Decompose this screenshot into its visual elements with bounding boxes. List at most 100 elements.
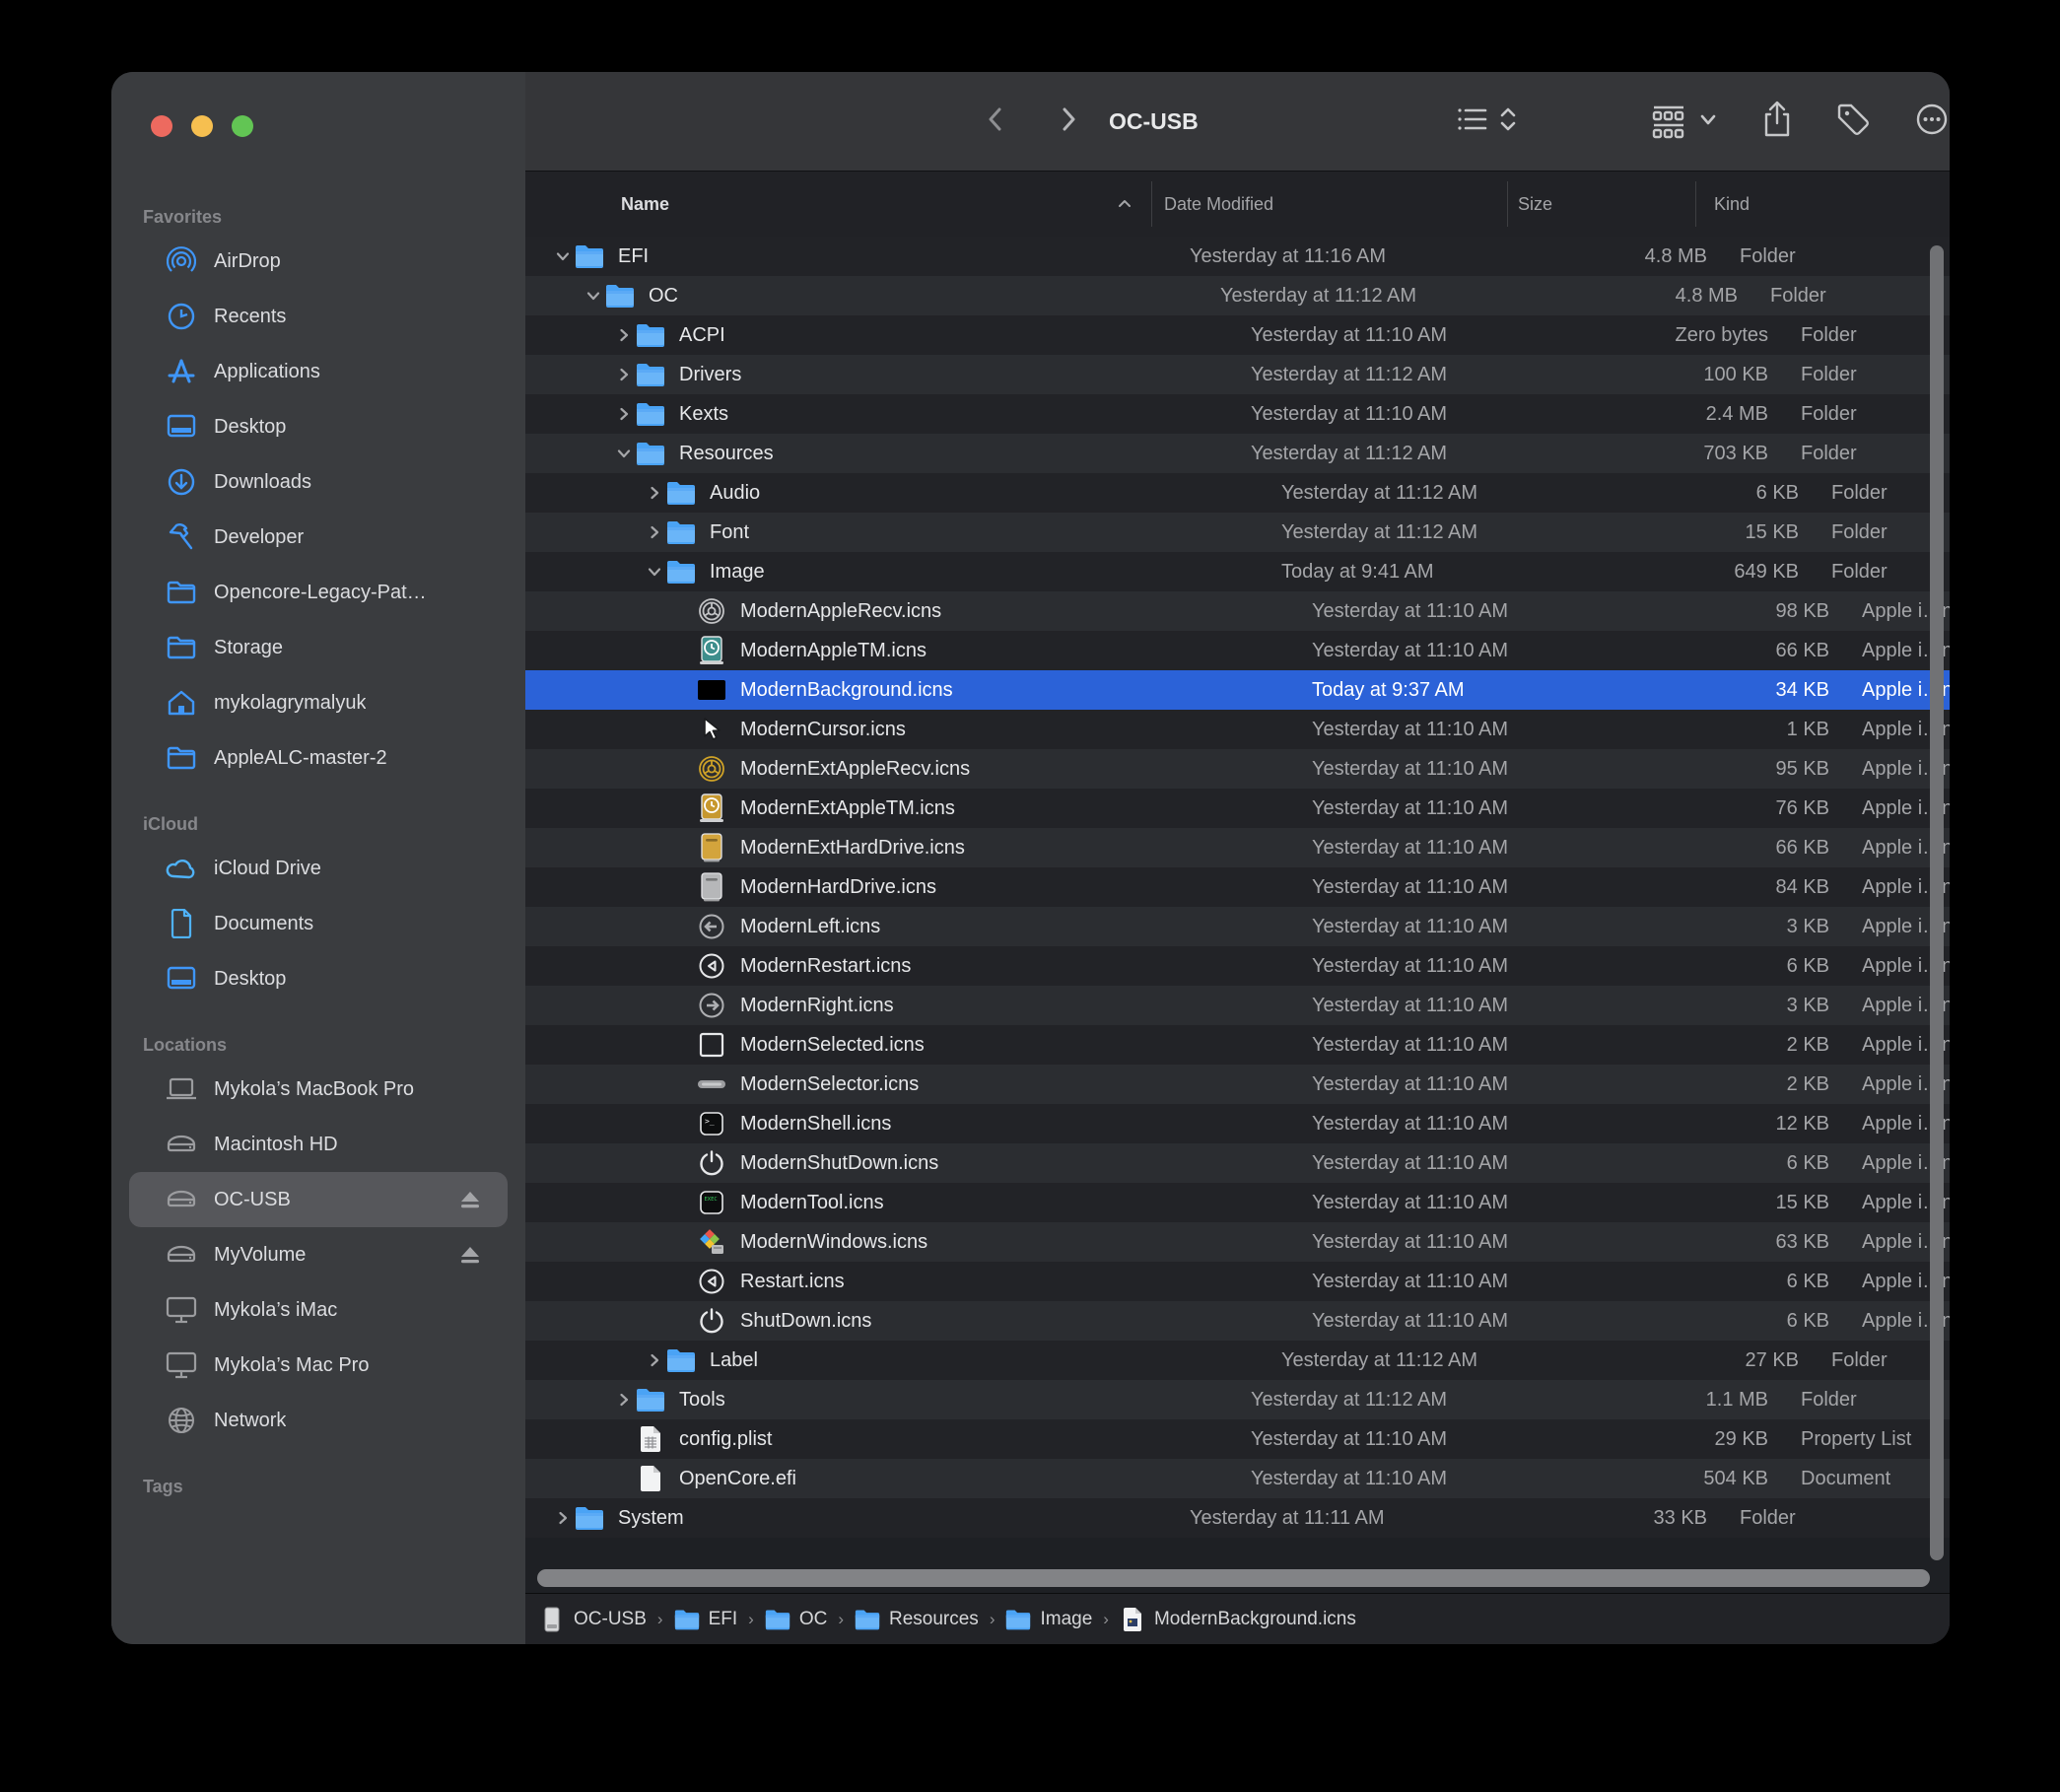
table-row[interactable]: ModernBackground.icnsToday at 9:37 AM34 … (525, 670, 1950, 710)
disclosure-closed-icon[interactable] (643, 485, 666, 501)
disclosure-closed-icon[interactable] (612, 367, 636, 382)
file-name-cell: ModernExtAppleRecv.icns (525, 752, 1299, 786)
table-row[interactable]: ShutDown.icnsYesterday at 11:10 AM6 KBAp… (525, 1301, 1950, 1341)
minimize-button[interactable] (191, 115, 213, 137)
sidebar-item-mykola-s-macbook-pro[interactable]: Mykola’s MacBook Pro (129, 1062, 508, 1117)
table-row[interactable]: SystemYesterday at 11:11 AM33 KBFolder (525, 1498, 1950, 1538)
path-item-efi[interactable]: EFI (674, 1607, 738, 1632)
disclosure-open-icon[interactable] (643, 564, 666, 580)
table-row[interactable]: ToolsYesterday at 11:12 AM1.1 MBFolder (525, 1380, 1950, 1419)
table-row[interactable]: FontYesterday at 11:12 AM15 KBFolder (525, 513, 1950, 552)
sidebar-item-opencore-legacy-pat[interactable]: Opencore-Legacy-Pat… (129, 565, 508, 620)
column-divider[interactable] (1507, 181, 1508, 227)
column-header-kind[interactable]: Kind (1714, 172, 1750, 237)
sidebar-item-network[interactable]: Network (129, 1393, 508, 1448)
table-row[interactable]: ImageToday at 9:41 AM649 KBFolder (525, 552, 1950, 591)
table-row[interactable]: EFIYesterday at 11:16 AM4.8 MBFolder (525, 237, 1950, 276)
sidebar-item-mykola-s-mac-pro[interactable]: Mykola’s Mac Pro (129, 1338, 508, 1393)
close-button[interactable] (151, 115, 172, 137)
forward-button[interactable] (1054, 72, 1083, 171)
path-item-oc-usb[interactable]: OC-USB (539, 1607, 647, 1632)
sidebar-item-developer[interactable]: Developer (129, 510, 508, 565)
disclosure-closed-icon[interactable] (612, 327, 636, 343)
disclosure-open-icon[interactable] (582, 288, 605, 304)
path-item-image[interactable]: Image (1005, 1607, 1092, 1632)
table-row[interactable]: ModernCursor.icnsYesterday at 11:10 AM1 … (525, 710, 1950, 749)
sidebar-item-documents[interactable]: Documents (129, 896, 508, 951)
disclosure-closed-icon[interactable] (551, 1510, 575, 1526)
table-row[interactable]: ResourcesYesterday at 11:12 AM703 KBFold… (525, 434, 1950, 473)
zoom-button[interactable] (232, 115, 253, 137)
disclosure-open-icon[interactable] (612, 446, 636, 461)
table-row[interactable]: ModernHardDrive.icnsYesterday at 11:10 A… (525, 867, 1950, 907)
table-row[interactable]: ModernExtHardDrive.icnsYesterday at 11:1… (525, 828, 1950, 867)
sort-ascending-icon (1117, 197, 1133, 216)
table-row[interactable]: ModernAppleTM.icnsYesterday at 11:10 AM6… (525, 631, 1950, 670)
table-row[interactable]: Restart.icnsYesterday at 11:10 AM6 KBApp… (525, 1262, 1950, 1301)
column-header-date-modified[interactable]: Date Modified (1164, 172, 1273, 237)
sidebar-item-applealc-master-2[interactable]: AppleALC-master-2 (129, 730, 508, 786)
sidebar-item-airdrop[interactable]: AirDrop (129, 234, 508, 289)
table-row[interactable]: >_ModernShell.icnsYesterday at 11:10 AM1… (525, 1104, 1950, 1143)
tag-button[interactable] (1834, 72, 1872, 171)
sidebar-item-mykolagrymalyuk[interactable]: mykolagrymalyuk (129, 675, 508, 730)
eject-icon[interactable] (458, 1172, 482, 1227)
disclosure-closed-icon[interactable] (643, 1352, 666, 1368)
group-by-button[interactable] (1649, 72, 1718, 171)
column-header-size[interactable]: Size (1518, 172, 1552, 237)
view-options-button[interactable] (1454, 72, 1519, 171)
sidebar-item-downloads[interactable]: Downloads (129, 454, 508, 510)
table-row[interactable]: ACPIYesterday at 11:10 AMZero bytesFolde… (525, 315, 1950, 355)
disclosure-closed-icon[interactable] (643, 524, 666, 540)
sidebar-item-oc-usb[interactable]: OC-USB (129, 1172, 508, 1227)
table-row[interactable]: ModernExtAppleRecv.icnsYesterday at 11:1… (525, 749, 1950, 789)
sidebar-item-myvolume[interactable]: MyVolume (129, 1227, 508, 1282)
path-item-resources[interactable]: Resources (855, 1607, 979, 1632)
share-button[interactable] (1759, 72, 1795, 171)
file-size: 63 KB (1655, 1231, 1843, 1254)
path-separator: › (1103, 1610, 1109, 1629)
table-row[interactable]: ModernAppleRecv.icnsYesterday at 11:10 A… (525, 591, 1950, 631)
more-actions-button[interactable] (1913, 72, 1950, 171)
horizontal-scrollbar[interactable] (537, 1569, 1930, 1587)
path-item-modernbackground-icns[interactable]: ModernBackground.icns (1120, 1607, 1356, 1632)
table-row[interactable]: OpenCore.efiYesterday at 11:10 AM504 KBD… (525, 1459, 1950, 1498)
table-row[interactable]: ModernShutDown.icnsYesterday at 11:10 AM… (525, 1143, 1950, 1183)
eject-icon[interactable] (458, 1227, 482, 1282)
disclosure-closed-icon[interactable] (612, 1392, 636, 1408)
table-row[interactable]: ModernWindows.icnsYesterday at 11:10 AM6… (525, 1222, 1950, 1262)
back-button[interactable] (981, 72, 1010, 171)
table-row[interactable]: ModernSelected.icnsYesterday at 11:10 AM… (525, 1025, 1950, 1065)
column-header-name[interactable]: Name (621, 172, 669, 237)
disclosure-closed-icon[interactable] (612, 406, 636, 422)
table-row[interactable]: ModernSelector.icnsYesterday at 11:10 AM… (525, 1065, 1950, 1104)
table-row[interactable]: KextsYesterday at 11:10 AM2.4 MBFolder (525, 394, 1950, 434)
table-row[interactable]: ModernExtAppleTM.icnsYesterday at 11:10 … (525, 789, 1950, 828)
sidebar-item-mykola-s-imac[interactable]: Mykola’s iMac (129, 1282, 508, 1338)
path-item-label: OC (799, 1609, 828, 1630)
sidebar-item-applications[interactable]: Applications (129, 344, 508, 399)
sidebar-item-desktop[interactable]: Desktop (129, 399, 508, 454)
table-row[interactable]: OCYesterday at 11:12 AM4.8 MBFolder (525, 276, 1950, 315)
sidebar-item-storage[interactable]: Storage (129, 620, 508, 675)
sidebar-item-macintosh-hd[interactable]: Macintosh HD (129, 1117, 508, 1172)
date-modified: Yesterday at 11:12 AM (1238, 364, 1594, 386)
path-item-oc[interactable]: OC (765, 1607, 828, 1632)
table-row[interactable]: EXECModernTool.icnsYesterday at 11:10 AM… (525, 1183, 1950, 1222)
table-row[interactable]: LabelYesterday at 11:12 AM27 KBFolder (525, 1341, 1950, 1380)
file-size: 66 KB (1655, 640, 1843, 662)
folder-icon (605, 279, 635, 312)
vertical-scrollbar[interactable] (1930, 245, 1944, 1560)
disclosure-open-icon[interactable] (551, 248, 575, 264)
column-divider[interactable] (1695, 181, 1696, 227)
table-row[interactable]: ModernRight.icnsYesterday at 11:10 AM3 K… (525, 986, 1950, 1025)
sidebar-item-desktop[interactable]: Desktop (129, 951, 508, 1006)
column-divider[interactable] (1151, 181, 1152, 227)
table-row[interactable]: ModernRestart.icnsYesterday at 11:10 AM6… (525, 946, 1950, 986)
table-row[interactable]: DriversYesterday at 11:12 AM100 KBFolder (525, 355, 1950, 394)
sidebar-item-recents[interactable]: Recents (129, 289, 508, 344)
table-row[interactable]: AudioYesterday at 11:12 AM6 KBFolder (525, 473, 1950, 513)
table-row[interactable]: config.plistYesterday at 11:10 AM29 KBPr… (525, 1419, 1950, 1459)
sidebar-item-icloud-drive[interactable]: iCloud Drive (129, 841, 508, 896)
table-row[interactable]: ModernLeft.icnsYesterday at 11:10 AM3 KB… (525, 907, 1950, 946)
